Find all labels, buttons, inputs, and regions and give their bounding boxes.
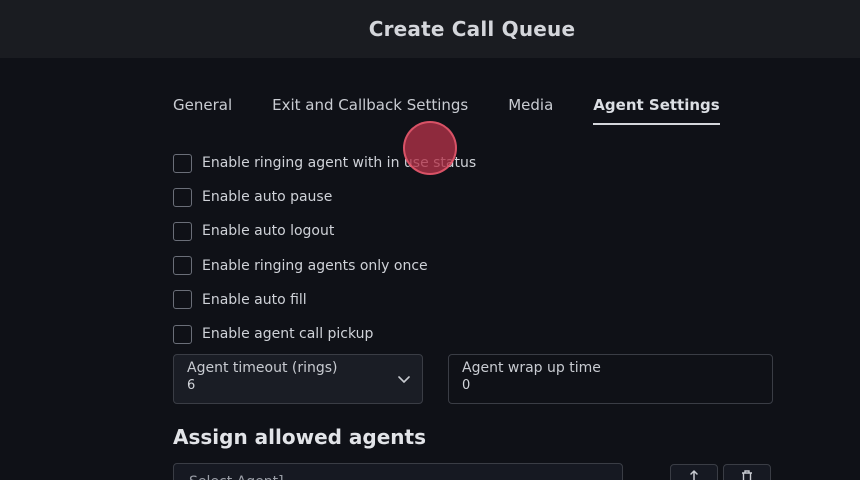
option-label: Enable auto fill bbox=[202, 291, 307, 308]
tab-general[interactable]: General bbox=[173, 94, 232, 126]
option-auto-pause[interactable]: Enable auto pause bbox=[173, 180, 476, 214]
option-label: Enable agent call pickup bbox=[202, 326, 374, 343]
option-label: Enable ringing agent with in use status bbox=[202, 155, 477, 172]
agent-timeout-select[interactable]: Agent timeout (rings) 6 bbox=[173, 354, 423, 404]
tab-agent-settings[interactable]: Agent Settings bbox=[593, 94, 721, 126]
page-header: Create Call Queue bbox=[0, 0, 860, 58]
wrap-up-value: 0 bbox=[462, 378, 471, 393]
option-call-pickup[interactable]: Enable agent call pickup bbox=[173, 317, 476, 351]
checkbox[interactable] bbox=[173, 324, 192, 344]
delete-button[interactable] bbox=[723, 464, 771, 480]
tab-bar: General Exit and Callback Settings Media… bbox=[173, 94, 760, 126]
tab-exit-callback-settings[interactable]: Exit and Callback Settings bbox=[272, 94, 468, 126]
agent-timeout-label: Agent timeout (rings) bbox=[187, 360, 338, 376]
option-ringing-in-use[interactable]: Enable ringing agent with in use status bbox=[173, 146, 476, 180]
create-call-queue-page: Create Call Queue General Exit and Callb… bbox=[0, 0, 860, 480]
assign-agents-heading: Assign allowed agents bbox=[173, 425, 427, 449]
checkbox[interactable] bbox=[173, 290, 192, 310]
trash-icon bbox=[742, 470, 752, 480]
chevron-down-icon[interactable] bbox=[396, 371, 412, 387]
option-label: Enable auto logout bbox=[202, 223, 335, 240]
option-label: Enable auto pause bbox=[202, 189, 333, 206]
checkbox[interactable] bbox=[173, 256, 192, 276]
agent-timeout-value: 6 bbox=[187, 378, 196, 393]
checkbox[interactable] bbox=[173, 153, 192, 173]
page-title: Create Call Queue bbox=[368, 17, 576, 41]
agent-options-list: Enable ringing agent with in use status … bbox=[173, 146, 476, 351]
agent-wrap-up-field[interactable]: Agent wrap up time 0 bbox=[448, 354, 773, 404]
wrap-up-label: Agent wrap up time bbox=[462, 360, 601, 376]
tab-media[interactable]: Media bbox=[508, 94, 553, 126]
checkbox[interactable] bbox=[173, 221, 192, 241]
sort-button[interactable] bbox=[670, 464, 718, 480]
select-agent-dropdown[interactable]: Select Agent] bbox=[173, 463, 623, 480]
option-ringing-once[interactable]: Enable ringing agents only once bbox=[173, 249, 476, 283]
option-label: Enable ringing agents only once bbox=[202, 257, 428, 274]
checkbox[interactable] bbox=[173, 187, 192, 207]
option-auto-fill[interactable]: Enable auto fill bbox=[173, 283, 476, 317]
option-auto-logout[interactable]: Enable auto logout bbox=[173, 214, 476, 248]
sort-icon bbox=[690, 469, 698, 480]
